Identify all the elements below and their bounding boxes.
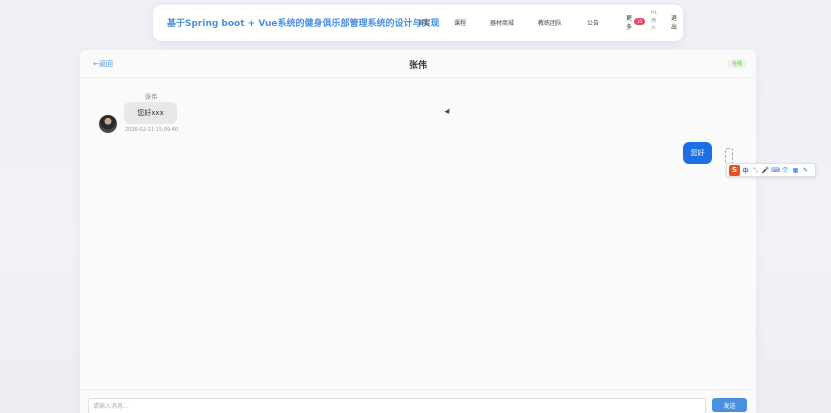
punctuation-icon[interactable]: °, xyxy=(751,167,760,174)
top-navbar: 基于Spring boot + Vue系统的健身俱乐部管理系统的设计与实现 首页… xyxy=(153,5,683,41)
message-timestamp: 2026-02-11 15:09:40 xyxy=(125,127,179,133)
nav-home[interactable]: 首页 xyxy=(418,18,430,27)
message-input-bar: 发送 xyxy=(80,389,756,413)
sender-avatar[interactable] xyxy=(99,115,117,133)
self-avatar-placeholder xyxy=(725,148,733,164)
chat-header: ←返回 张伟 在线 xyxy=(80,50,756,78)
toolbox-icon[interactable]: ▦ xyxy=(791,167,800,174)
send-button[interactable]: 发送 xyxy=(712,398,747,412)
message-sender-name: 张伟 xyxy=(145,94,158,101)
chat-panel: ←返回 张伟 在线 张伟 您好xxx 2026-02-11 15:09:40 您… xyxy=(80,50,756,413)
incoming-message-bubble: 您好xxx xyxy=(124,102,177,124)
message-input[interactable] xyxy=(88,398,706,413)
site-title[interactable]: 基于Spring boot + Vue系统的健身俱乐部管理系统的设计与实现 xyxy=(167,16,440,29)
chat-partner-name: 张伟 xyxy=(408,61,427,71)
nav-coach-team[interactable]: 教练团队 xyxy=(538,18,562,27)
notification-badge: 10 xyxy=(634,18,645,25)
outgoing-message-bubble: 您好 xyxy=(683,142,712,164)
ime-toolbar: S 中 °, 🎤 ⌨ 👕 ▦ ✎ xyxy=(726,163,816,177)
microphone-icon[interactable]: 🎤 xyxy=(761,167,770,174)
user-greeting[interactable]: Hi,用户 xyxy=(651,9,659,33)
chinese-mode-icon[interactable]: 中 xyxy=(741,166,750,175)
handwriting-icon[interactable]: ✎ xyxy=(801,167,810,174)
nav-equipment-shop[interactable]: 器材商城 xyxy=(490,18,514,27)
online-status-badge: 在线 xyxy=(727,59,746,68)
nav-courses[interactable]: 课程 xyxy=(454,18,466,27)
nav-announcements[interactable]: 公告 xyxy=(587,18,599,27)
logout-button[interactable]: 退出 xyxy=(671,14,679,32)
sogou-logo-icon[interactable]: S xyxy=(729,164,740,176)
keyboard-icon[interactable]: ⌨ xyxy=(771,167,780,174)
skin-icon[interactable]: 👕 xyxy=(781,167,790,174)
nav-more[interactable]: 更多 xyxy=(626,14,634,32)
